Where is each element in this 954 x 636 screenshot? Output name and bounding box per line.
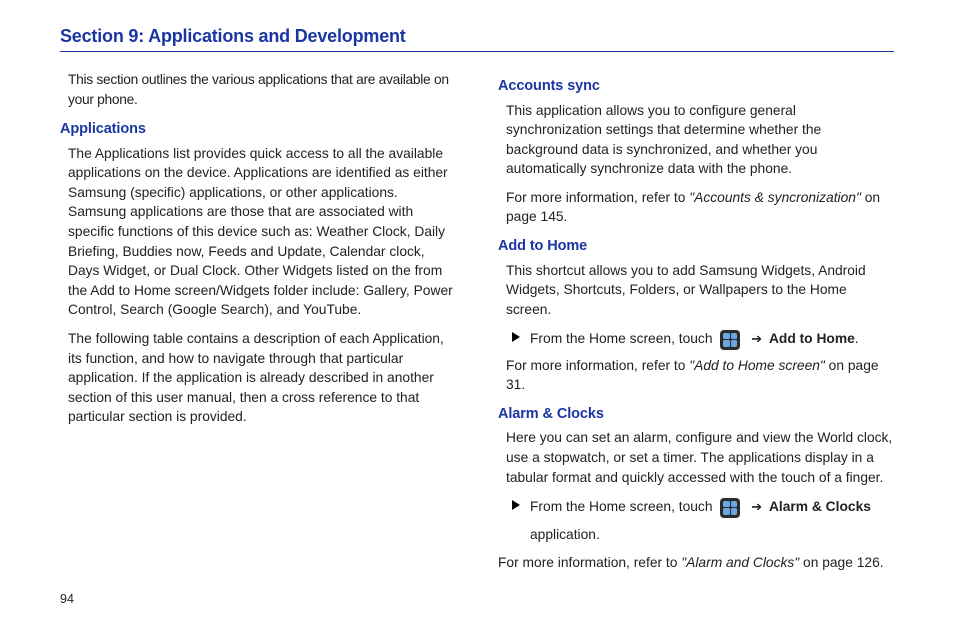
applications-paragraph-1: The Applications list provides quick acc… (68, 144, 456, 320)
heading-alarm-clocks: Alarm & Clocks (498, 404, 894, 425)
alarm-clocks-reference: For more information, refer to "Alarm an… (498, 553, 894, 573)
add-to-home-step: From the Home screen, touch ➔ Add to Hom… (512, 328, 894, 349)
ref-title: "Accounts & syncronization" (689, 190, 861, 205)
page-number: 94 (60, 592, 74, 606)
left-column: This section outlines the various applic… (60, 70, 456, 582)
ref-title: "Add to Home screen" (689, 358, 825, 373)
add-to-home-reference: For more information, refer to "Add to H… (506, 356, 894, 395)
page-container: Section 9: Applications and Development … (0, 0, 954, 582)
applications-paragraph-2: The following table contains a descripti… (68, 329, 456, 427)
ref-page: on page 126. (799, 555, 883, 570)
applications-icon (720, 498, 740, 518)
step-target: Alarm & Clocks (769, 499, 871, 514)
ref-text: For more information, refer to (506, 358, 689, 373)
ref-text: For more information, refer to (506, 190, 689, 205)
step-pre: From the Home screen, touch (530, 499, 716, 514)
heading-applications: Applications (60, 119, 456, 140)
right-column: Accounts sync This application allows yo… (498, 70, 894, 582)
add-to-home-paragraph: This shortcut allows you to add Samsung … (506, 261, 894, 320)
alarm-clocks-step: From the Home screen, touch ➔ Alarm & Cl… (512, 496, 894, 545)
step-text: From the Home screen, touch ➔ Alarm & Cl… (530, 496, 894, 545)
accounts-sync-paragraph: This application allows you to configure… (506, 101, 894, 179)
accounts-sync-reference: For more information, refer to "Accounts… (506, 188, 894, 227)
triangle-bullet-icon (512, 332, 520, 342)
step-text: From the Home screen, touch ➔ Add to Hom… (530, 328, 894, 349)
alarm-clocks-paragraph: Here you can set an alarm, configure and… (506, 428, 894, 487)
arrow-icon: ➔ (751, 331, 762, 346)
section-title: Section 9: Applications and Development (60, 26, 894, 52)
section-intro: This section outlines the various applic… (68, 70, 456, 109)
step-pre: From the Home screen, touch (530, 331, 716, 346)
triangle-bullet-icon (512, 500, 520, 510)
ref-title: "Alarm and Clocks" (681, 555, 799, 570)
ref-text: For more information, refer to (498, 555, 681, 570)
period: . (855, 331, 859, 346)
two-column-layout: This section outlines the various applic… (60, 70, 894, 582)
arrow-icon: ➔ (751, 499, 762, 514)
heading-add-to-home: Add to Home (498, 236, 894, 257)
heading-accounts-sync: Accounts sync (498, 76, 894, 97)
step-line2: application. (530, 527, 600, 542)
step-target: Add to Home (769, 331, 855, 346)
applications-icon (720, 330, 740, 350)
